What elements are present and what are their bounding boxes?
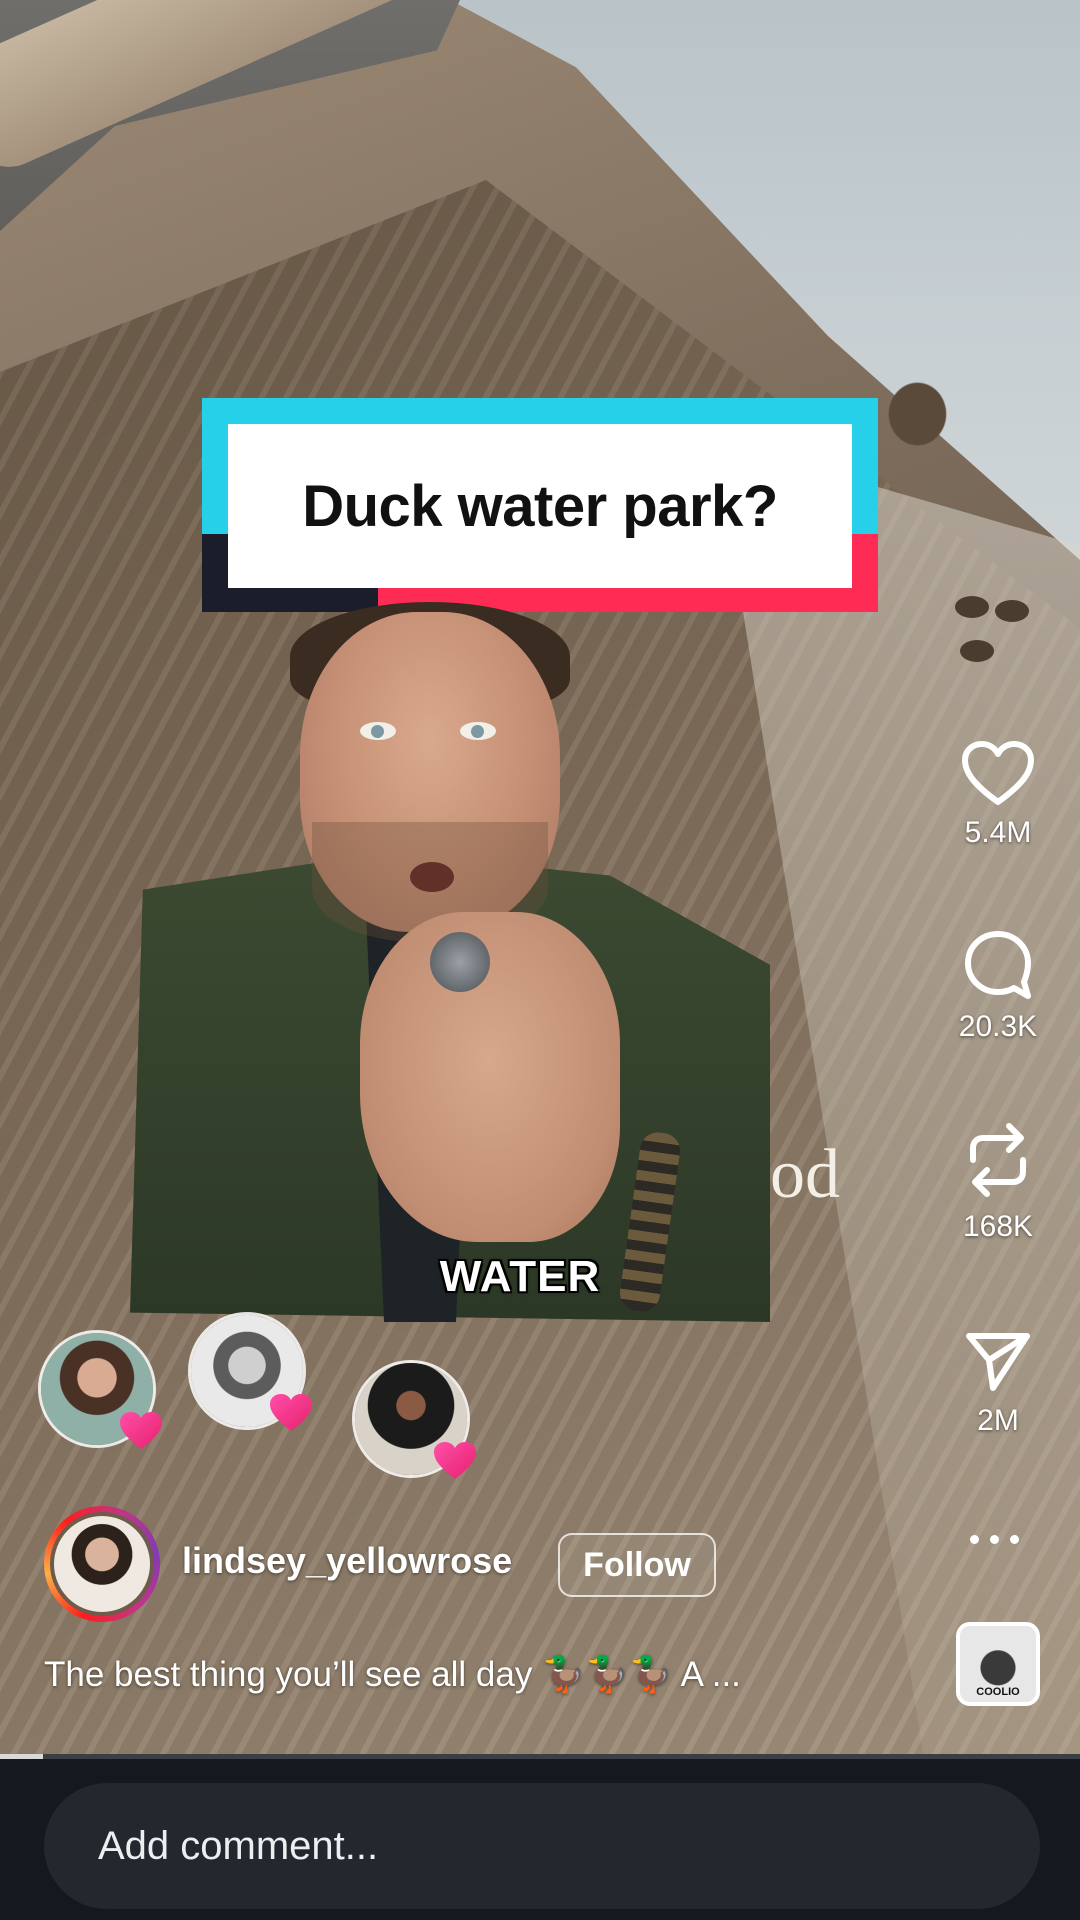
author-username[interactable]: lindsey_yellowrose xyxy=(182,1540,512,1582)
presenter-hand xyxy=(360,912,620,1242)
share-count: 2M xyxy=(977,1404,1019,1437)
follow-button[interactable]: Follow xyxy=(558,1533,716,1597)
heart-icon xyxy=(962,741,1034,805)
presenter-eye xyxy=(460,722,496,740)
more-dots-icon xyxy=(1010,1535,1019,1544)
background-sign-text: od xyxy=(770,1136,840,1213)
more-options-button[interactable] xyxy=(970,1524,1026,1554)
comment-bubble-icon xyxy=(965,931,1031,999)
post-description[interactable]: The best thing you’ll see all day 🦆🦆🦆 A … xyxy=(44,1654,904,1695)
send-icon xyxy=(966,1333,1030,1391)
repost-count: 168K xyxy=(962,1210,1034,1243)
author-avatar[interactable] xyxy=(44,1506,160,1622)
audio-track-thumbnail[interactable]: COOLIO xyxy=(956,1622,1040,1706)
liker-avatar[interactable] xyxy=(38,1330,162,1449)
heart-badge-icon xyxy=(434,1442,476,1479)
repost-button[interactable]: 168K xyxy=(952,1120,1044,1244)
more-dots-icon xyxy=(970,1535,979,1544)
duckling-image xyxy=(955,596,989,618)
microphone-icon xyxy=(430,932,490,992)
repost-icon xyxy=(970,1123,1026,1197)
heart-badge-icon xyxy=(120,1412,162,1449)
title-banner: Duck water park? xyxy=(228,424,852,588)
more-dots-icon xyxy=(990,1535,999,1544)
like-button[interactable]: 5.4M xyxy=(952,740,1044,850)
liker-avatar[interactable] xyxy=(188,1312,312,1431)
title-banner-text: Duck water park? xyxy=(302,473,778,539)
presenter-image xyxy=(130,602,770,1322)
audio-thumb-text: COOLIO xyxy=(976,1686,1020,1698)
comment-count: 20.3K xyxy=(958,1010,1038,1043)
like-count: 5.4M xyxy=(964,816,1032,849)
subtitle-caption-text: WATER xyxy=(439,1252,601,1301)
liker-avatar[interactable] xyxy=(352,1360,476,1479)
reels-screen: Duck water park? od WATER 5.4M 20.3K 168… xyxy=(0,0,1080,1920)
heart-badge-icon xyxy=(270,1394,312,1431)
subtitle-caption: WATER xyxy=(0,1252,1080,1302)
comment-button[interactable]: 20.3K xyxy=(952,928,1044,1044)
author-photo xyxy=(50,1512,154,1616)
presenter-eye xyxy=(360,722,396,740)
share-button[interactable]: 2M xyxy=(952,1328,1044,1438)
duckling-image xyxy=(995,600,1029,622)
duckling-image xyxy=(960,640,994,662)
add-comment-input[interactable]: Add comment... xyxy=(44,1783,1040,1909)
duck-image xyxy=(868,360,958,450)
